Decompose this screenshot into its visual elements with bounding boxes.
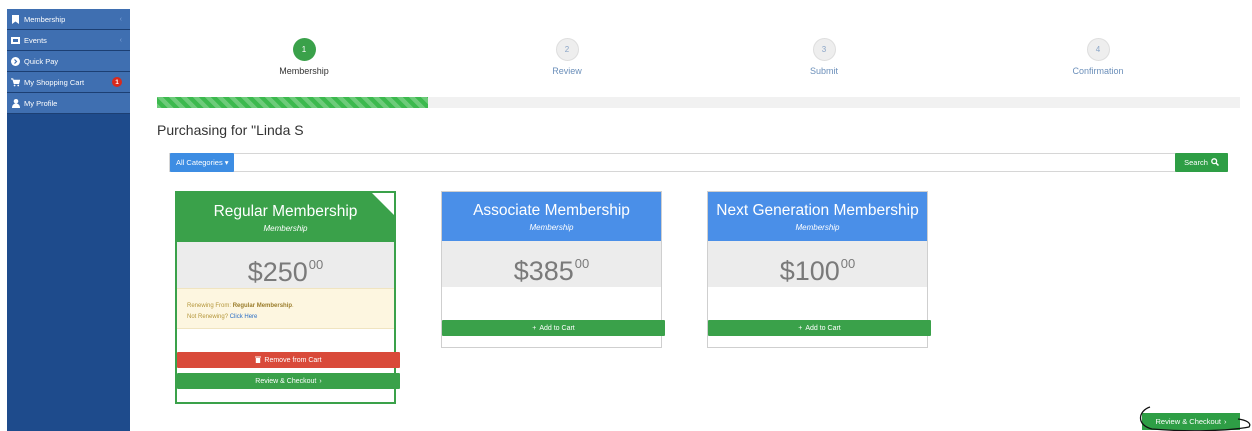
user-icon	[11, 98, 20, 108]
not-renewing-text: Not Renewing?	[187, 314, 230, 320]
step-label: Confirmation	[1072, 66, 1124, 76]
membership-card-next-generation[interactable]: Next Generation Membership Membership $1…	[707, 191, 931, 348]
step-membership[interactable]: 1 Membership	[244, 38, 364, 76]
card-header: Next Generation Membership Membership	[708, 192, 927, 241]
search-bar: All Categories ▾ Search	[169, 153, 1228, 172]
trash-icon	[255, 356, 262, 365]
search-input[interactable]	[248, 154, 1167, 171]
checkmark-icon: ✓	[384, 193, 392, 203]
price-whole: $385	[513, 256, 574, 286]
search-button-label: Search	[1184, 158, 1208, 167]
card-type: Membership	[263, 224, 308, 233]
plus-icon: +	[532, 324, 537, 332]
sidebar-item-label: Events	[24, 35, 47, 45]
plus-icon: +	[798, 324, 803, 332]
sidebar-item-my-profile[interactable]: My Profile	[7, 93, 130, 114]
category-label: All Categories	[176, 158, 223, 167]
renew-membership-name: Regular Membership	[232, 303, 293, 309]
sidebar-item-label: Quick Pay	[24, 56, 59, 66]
remove-label: Remove from Cart	[264, 356, 322, 364]
membership-card-associate[interactable]: Associate Membership Membership $38500 +…	[441, 191, 665, 348]
search-button[interactable]: Search	[1175, 153, 1228, 172]
card-price: $38500	[442, 241, 661, 287]
cart-count-badge: 1	[112, 77, 122, 87]
chevron-right-icon: ›	[319, 377, 322, 385]
caret-down-icon: ▾	[224, 158, 229, 167]
card-price: $25000	[177, 242, 394, 288]
review-checkout-button[interactable]: Review & Checkout ›	[177, 373, 400, 389]
click-here-link[interactable]: Click Here	[230, 314, 258, 320]
sidebar-item-membership[interactable]: Membership ‹	[7, 9, 130, 30]
chevron-right-icon: ›	[1223, 417, 1227, 426]
step-submit[interactable]: 3 Submit	[764, 38, 884, 76]
sidebar-item-shopping-cart[interactable]: My Shopping Cart 1	[7, 72, 130, 93]
card-header: ✓ Regular Membership Membership	[177, 193, 394, 242]
step-review[interactable]: 2 Review	[507, 38, 627, 76]
renew-suffix: .	[292, 303, 294, 309]
price-cents: 00	[840, 256, 856, 271]
remove-from-cart-button[interactable]: Remove from Cart	[177, 352, 400, 368]
add-to-cart-button[interactable]: + Add to Cart	[442, 320, 665, 336]
card-type: Membership	[529, 223, 574, 232]
ticket-icon	[11, 36, 20, 45]
step-number: 1	[292, 38, 316, 61]
step-label: Membership	[279, 66, 329, 76]
sidebar-item-label: My Shopping Cart	[24, 77, 85, 87]
price-whole: $250	[247, 257, 308, 287]
card-title: Associate Membership	[473, 202, 630, 219]
bookmark-icon	[11, 14, 20, 24]
sidebar-item-label: Membership	[24, 14, 66, 24]
step-number: 4	[1086, 38, 1110, 61]
renewal-notice: Renewing From: Regular Membership. Not R…	[177, 288, 394, 329]
card-price: $10000	[708, 241, 927, 287]
chevron-left-icon: ‹	[119, 15, 122, 23]
sidebar-item-events[interactable]: Events ‹	[7, 30, 130, 51]
chevron-left-icon: ‹	[119, 36, 122, 44]
step-number: 2	[555, 38, 579, 61]
card-header: Associate Membership Membership	[442, 192, 661, 241]
price-whole: $100	[779, 256, 840, 286]
bottom-checkout-label: Review & Checkout	[1155, 417, 1221, 426]
step-label: Review	[552, 66, 582, 76]
sidebar-item-label: My Profile	[24, 98, 58, 108]
sidebar-item-quick-pay[interactable]: Quick Pay	[7, 51, 130, 72]
progress-bar	[157, 97, 1240, 108]
price-cents: 00	[308, 257, 324, 272]
add-to-cart-button[interactable]: + Add to Cart	[708, 320, 931, 336]
sidebar: Membership ‹ Events ‹ Quick Pay My Shopp…	[7, 9, 130, 431]
all-categories-dropdown[interactable]: All Categories ▾	[170, 153, 235, 172]
purchasing-for-heading: Purchasing for "Linda S	[157, 122, 304, 138]
step-number: 3	[812, 38, 836, 61]
membership-card-regular[interactable]: ✓ Regular Membership Membership $25000 R…	[175, 191, 400, 404]
progress-fill	[157, 97, 428, 108]
bottom-review-checkout-button[interactable]: Review & Checkout ›	[1142, 413, 1240, 430]
renew-prefix: Renewing From:	[187, 303, 233, 309]
search-icon	[1211, 157, 1219, 168]
add-to-cart-label: Add to Cart	[539, 324, 575, 332]
checkout-label: Review & Checkout	[255, 377, 317, 385]
step-confirmation[interactable]: 4 Confirmation	[1038, 38, 1158, 76]
add-to-cart-label: Add to Cart	[805, 324, 841, 332]
step-label: Submit	[809, 66, 838, 76]
arrow-circle-icon	[11, 56, 20, 66]
cart-icon	[11, 77, 20, 87]
card-type: Membership	[795, 223, 840, 232]
card-title: Regular Membership	[213, 203, 358, 220]
card-title: Next Generation Membership	[716, 202, 919, 219]
price-cents: 00	[574, 256, 590, 271]
